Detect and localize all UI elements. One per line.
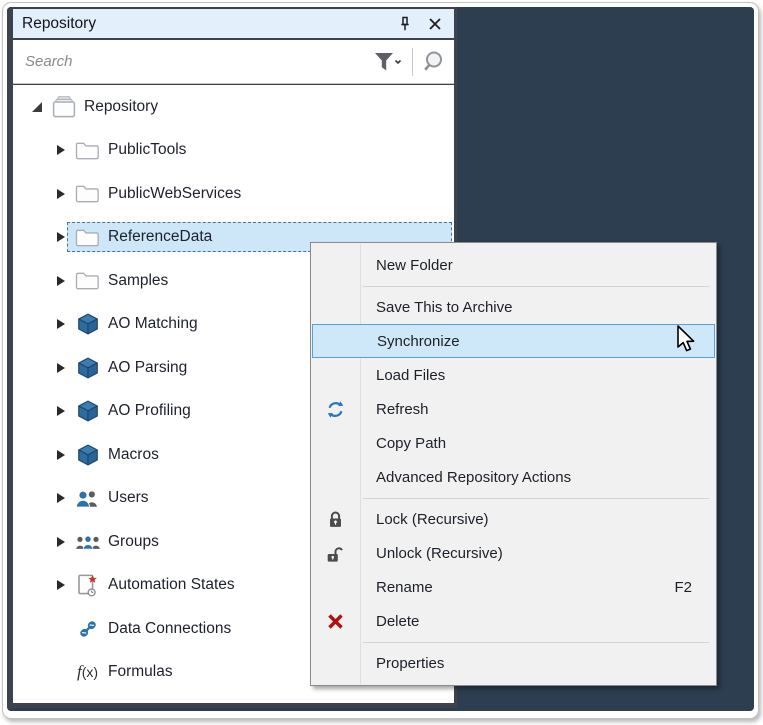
folder-icon: [74, 225, 101, 249]
menu-item-label: Rename: [376, 579, 433, 596]
panel-title: Repository: [22, 15, 395, 33]
tree-item-label: Data Connections: [108, 620, 231, 638]
context-menu: New Folder Save This to Archive Synchron…: [310, 242, 717, 686]
search-input[interactable]: [23, 52, 373, 71]
menu-item-label: Load Files: [376, 367, 445, 384]
cube-icon: [74, 312, 101, 336]
expander-icon[interactable]: [54, 363, 67, 373]
tree-item-label: AO Matching: [108, 315, 198, 333]
tree-item-body[interactable]: PublicTools: [67, 135, 452, 165]
tree-item-label: PublicWebServices: [108, 185, 241, 203]
menu-item-save-this-to-archive[interactable]: Save This to Archive: [311, 290, 716, 324]
expander-icon[interactable]: [54, 450, 67, 460]
menu-item-delete[interactable]: Delete: [311, 604, 716, 638]
automation-icon: [74, 573, 101, 597]
tree-item-label: Groups: [108, 533, 159, 551]
tree-item-repository[interactable]: Repository: [13, 85, 454, 129]
search-bar: [13, 40, 454, 84]
menu-item-label: Lock (Recursive): [376, 511, 489, 528]
menu-item-label: New Folder: [376, 257, 453, 274]
menu-item-label: Synchronize: [377, 333, 460, 350]
tree-item-label: Repository: [84, 98, 158, 116]
menu-item-copy-path[interactable]: Copy Path: [311, 426, 716, 460]
tree-item-body[interactable]: [67, 701, 452, 703]
menu-item-label: Advanced Repository Actions: [376, 469, 571, 486]
formula-icon: f(x): [74, 660, 101, 684]
lock-icon: [311, 510, 360, 529]
panel-titlebar: Repository: [13, 9, 454, 38]
tree-item-label: ReferenceData: [108, 228, 212, 246]
expander-icon[interactable]: [54, 493, 67, 503]
tree-item-label: Macros: [108, 446, 159, 464]
expander-icon[interactable]: [54, 276, 67, 286]
folder-stack-icon: [50, 95, 77, 119]
expander-icon[interactable]: [54, 319, 67, 329]
refresh-icon: [311, 400, 360, 419]
tree-item-label: AO Profiling: [108, 402, 191, 420]
expander-icon[interactable]: [30, 102, 43, 112]
menu-separator: [363, 498, 709, 499]
unlock-icon: [311, 544, 360, 563]
folder-icon: [74, 269, 101, 293]
app-background: Repository: [7, 7, 754, 711]
tree-item-label: Samples: [108, 272, 168, 290]
expander-icon[interactable]: [54, 189, 67, 199]
menu-item-lock-recursive-[interactable]: Lock (Recursive): [311, 502, 716, 536]
tree-item-label: Users: [108, 489, 148, 507]
tree-item-label: PublicTools: [108, 141, 186, 159]
close-icon[interactable]: [425, 14, 445, 34]
folder-icon: [74, 138, 101, 162]
expander-icon[interactable]: [54, 537, 67, 547]
menu-separator: [363, 286, 709, 287]
pin-icon[interactable]: [395, 14, 415, 34]
expander-icon[interactable]: [54, 580, 67, 590]
tree-item-label: AO Parsing: [108, 359, 187, 377]
menu-item-advanced-repository-actions[interactable]: Advanced Repository Actions: [311, 460, 716, 494]
expander-icon[interactable]: [54, 406, 67, 416]
cube-icon: [74, 356, 101, 380]
search-icon[interactable]: [422, 50, 446, 74]
users-icon: [74, 486, 101, 510]
menu-item-label: Delete: [376, 613, 419, 630]
menu-item-new-folder[interactable]: New Folder: [311, 248, 716, 282]
tree-item-publicwebservices[interactable]: PublicWebServices: [13, 172, 454, 216]
groups-icon: [74, 530, 101, 554]
tree-item-body[interactable]: PublicWebServices: [67, 179, 452, 209]
menu-item-label: Refresh: [376, 401, 429, 418]
menu-separator: [363, 642, 709, 643]
tree-item-label: Formulas: [108, 663, 173, 681]
menu-item-properties[interactable]: Properties: [311, 646, 716, 680]
menu-item-rename[interactable]: Rename F2: [311, 570, 716, 604]
delete-icon: [311, 613, 360, 630]
cube-icon: [74, 399, 101, 423]
menu-item-label: Save This to Archive: [376, 299, 512, 316]
menu-item-refresh[interactable]: Refresh: [311, 392, 716, 426]
menu-item-unlock-recursive-[interactable]: Unlock (Recursive): [311, 536, 716, 570]
connection-icon: [74, 617, 101, 641]
cube-icon: [74, 443, 101, 467]
expander-icon[interactable]: [54, 232, 67, 242]
menu-item-label: Properties: [376, 655, 444, 672]
menu-item-load-files[interactable]: Load Files: [311, 358, 716, 392]
search-divider: [412, 48, 413, 76]
screenshot-frame: Repository: [2, 2, 759, 719]
tree-item-body[interactable]: Repository: [43, 92, 452, 122]
menu-item-synchronize[interactable]: Synchronize: [312, 324, 715, 358]
menu-item-label: Copy Path: [376, 435, 446, 452]
filter-icon[interactable]: [373, 51, 403, 73]
menu-item-shortcut: F2: [674, 579, 692, 596]
tree-item-publictools[interactable]: PublicTools: [13, 129, 454, 173]
folder-icon: [74, 182, 101, 206]
tree-item-partial[interactable]: [13, 694, 454, 703]
tree-item-label: Automation States: [108, 576, 235, 594]
menu-item-label: Unlock (Recursive): [376, 545, 503, 562]
expander-icon[interactable]: [54, 145, 67, 155]
